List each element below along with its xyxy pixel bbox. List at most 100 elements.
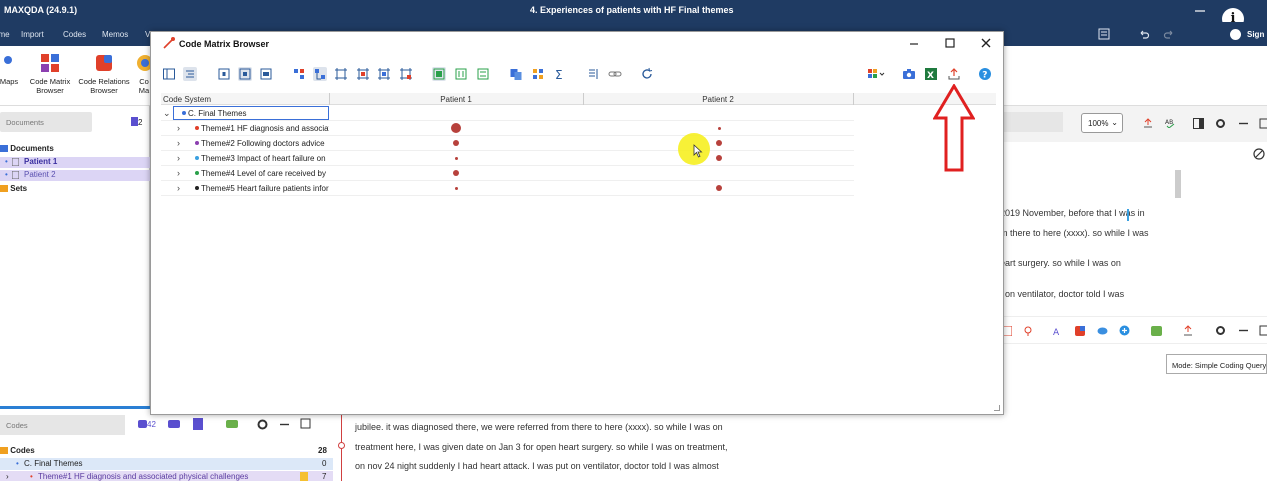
resize-grip[interactable] [994,405,1000,411]
pin-icon[interactable] [1023,326,1033,336]
document-patient-2[interactable]: • Patient 2 [0,170,150,181]
link-icon[interactable] [608,67,622,81]
settings-icon[interactable] [1215,325,1226,336]
activate-icon[interactable] [1151,326,1162,336]
sign-in-link[interactable]: Sign [1247,30,1264,39]
sort-icon[interactable] [586,67,600,81]
matrix-node-theme-2-patient-1[interactable] [453,140,459,146]
menu-import[interactable]: Import [21,30,44,39]
chevron-right-icon[interactable]: › [6,472,9,481]
document-text-area[interactable]: 2019 November, before that I was in m th… [1000,168,1267,313]
matrix-row-theme-4[interactable]: › Theme#4 Level of care received by [161,166,854,181]
export-icon[interactable] [1143,118,1153,128]
matrix-row-theme-5[interactable]: › Theme#5 Heart failure patients infor [161,181,854,196]
frame-blue-icon[interactable] [377,67,391,81]
calculator-icon[interactable] [1098,28,1110,40]
split-view-icon[interactable] [1193,118,1204,129]
code-relations-browser-button[interactable]: Code Relations Browser [76,52,132,95]
matrix-node-theme-2-patient-2[interactable] [716,140,722,146]
list-view-icon[interactable] [183,67,197,81]
menu-codes[interactable]: Codes [63,30,86,39]
code-filter-icon[interactable] [168,419,180,429]
memo-icon[interactable] [193,418,203,430]
redo-icon[interactable] [1163,28,1175,40]
chevron-right-icon[interactable]: › [177,123,180,133]
nodes-icon[interactable] [292,67,306,81]
display-rows-icon[interactable] [454,67,468,81]
matrix-node-theme-1-patient-1[interactable] [451,123,461,133]
chevron-down-icon[interactable]: ⌄ [163,108,171,119]
undock-icon[interactable] [300,418,311,429]
code-final-themes[interactable]: • C. Final Themes 0 [0,458,333,470]
minimize-icon[interactable] [1193,3,1207,17]
display-counts-icon[interactable] [432,67,446,81]
patient-2-header[interactable]: Patient 2 [583,95,853,104]
menu-memos[interactable]: Memos [102,30,128,39]
zoom-select[interactable]: 100% ⌄ [1081,113,1123,133]
cloud-icon[interactable] [1097,326,1108,335]
matrix-row-theme-1[interactable]: › Theme#1 HF diagnosis and associat [161,121,854,136]
matrix-node-theme-3-patient-2[interactable] [716,155,722,161]
settings-icon[interactable] [1215,118,1226,129]
sets-root[interactable]: Sets [0,184,27,193]
frame-icon[interactable] [334,67,348,81]
undo-icon[interactable] [1138,28,1150,40]
no-entry-icon[interactable] [1253,148,1265,160]
chevron-right-icon[interactable]: › [177,183,180,193]
close-icon[interactable] [979,36,993,50]
collapse-icon[interactable] [279,419,290,430]
ai-assist-icon[interactable]: A [1053,326,1063,336]
bookmark-icon[interactable] [1003,326,1012,336]
maximize-icon[interactable] [943,36,957,50]
chevron-right-icon[interactable]: › [177,153,180,163]
display-columns-icon[interactable] [476,67,490,81]
code-search-input[interactable]: Codes [0,415,125,435]
activate-icon[interactable] [226,419,238,429]
export-icon[interactable] [947,67,961,81]
matrix-node-theme-1-patient-2[interactable] [717,126,721,130]
chevron-right-icon[interactable]: › [177,168,180,178]
copy-icon[interactable] [509,67,523,81]
document-search-input[interactable]: Documents [0,112,92,132]
matrix-node-theme-5-patient-1[interactable] [454,186,458,190]
plus-circle-icon[interactable] [1119,325,1130,336]
memo-note-icon[interactable] [300,472,308,481]
undock-icon[interactable] [1259,118,1267,129]
frame-red-icon[interactable] [356,67,370,81]
documents-root[interactable]: Documents [0,144,54,153]
menu-home[interactable]: ome [0,30,10,39]
symbol-numbers-icon[interactable] [259,67,273,81]
maps-button[interactable]: Maps [0,52,22,86]
matrix-node-theme-4-patient-1[interactable] [453,170,459,176]
export-icon[interactable] [1183,325,1193,336]
matrix-row-root[interactable]: ⌄ C. Final Themes [161,106,854,121]
minimize-icon[interactable] [907,36,921,50]
coding-stripe-marker[interactable] [338,442,345,449]
matrix-node-theme-5-patient-2[interactable] [716,185,722,191]
nodes-selected-icon[interactable] [313,67,327,81]
settings-icon[interactable] [257,419,268,430]
document-patient-1[interactable]: • Patient 1 [0,157,150,168]
refresh-icon[interactable] [640,67,654,81]
excel-export-icon[interactable]: X [924,67,938,81]
chevron-right-icon[interactable]: › [177,138,180,148]
user-avatar[interactable] [1230,29,1241,40]
spellcheck-icon[interactable]: AB [1165,118,1176,128]
frame-corner-icon[interactable] [399,67,413,81]
collapse-icon[interactable] [1238,325,1249,336]
color-grid-icon[interactable] [531,67,545,81]
show-code-system-icon[interactable] [162,67,176,81]
matrix-node-theme-3-patient-1[interactable] [454,156,458,160]
matrix-row-theme-2[interactable]: › Theme#2 Following doctors advice [161,136,854,151]
code-relations-icon[interactable] [1075,326,1085,336]
matrix-row-theme-3[interactable]: › Theme#3 Impact of heart failure on [161,151,854,166]
symbol-circles-icon[interactable] [238,67,252,81]
undock-icon[interactable] [1259,325,1267,336]
symbol-squares-icon[interactable] [217,67,231,81]
sum-icon[interactable]: Σ [553,67,567,81]
camera-icon[interactable] [902,67,916,81]
vertical-scrollbar[interactable] [1175,170,1181,198]
chart-options-icon[interactable] [867,67,887,81]
document-browser-search[interactable] [1003,112,1063,132]
help-icon[interactable]: ? [978,67,992,81]
